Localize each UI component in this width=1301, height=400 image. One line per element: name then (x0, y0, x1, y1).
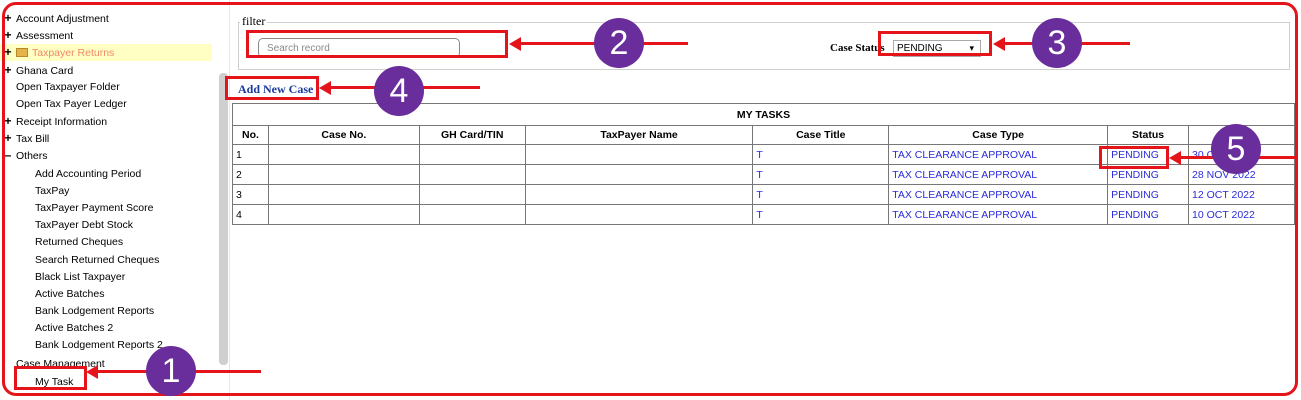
cell-no: 1 (232, 144, 269, 165)
sidebar-item-label: Tax Bill (16, 133, 50, 145)
cell-tin[interactable] (418, 164, 526, 185)
sidebar-item-open-taxpayer-folder[interactable]: Open Taxpayer Folder (0, 79, 120, 96)
col-header-no: No. (232, 125, 269, 145)
cell-status[interactable]: PENDING (1107, 144, 1190, 165)
col-header-tin: GH Card/TIN (418, 125, 526, 145)
col-header-case-type: Case Type (888, 125, 1109, 145)
folder-icon (16, 48, 28, 57)
cell-case-no[interactable] (267, 144, 420, 165)
search-input[interactable] (258, 38, 460, 58)
cell-no: 4 (232, 204, 269, 225)
cell-status[interactable]: PENDING (1107, 184, 1190, 205)
filter-legend: filter (240, 14, 268, 29)
sidebar-subitem[interactable]: Returned Cheques (0, 234, 123, 251)
sidebar-subitem[interactable]: Search Returned Cheques (0, 252, 159, 269)
sidebar-subitem[interactable]: TaxPay (0, 183, 69, 200)
cell-tin[interactable] (418, 204, 526, 225)
cell-date[interactable]: 10 OCT 2022 (1188, 204, 1295, 225)
sidebar-item-my-task[interactable]: My Task (0, 374, 73, 391)
sidebar-subitem[interactable]: Black List Taxpayer (0, 269, 125, 286)
table-row[interactable]: 2 T TAX CLEARANCE APPROVAL PENDING 28 NO… (232, 164, 1295, 185)
cell-case-title[interactable]: T (752, 184, 890, 205)
add-new-case-link[interactable]: Add New Case (238, 82, 313, 97)
sidebar-item-assessment[interactable]: + Assessment (0, 27, 73, 44)
sidebar-subitem[interactable]: TaxPayer Payment Score (0, 200, 153, 217)
cell-tin[interactable] (418, 184, 526, 205)
sidebar-item-label: Taxpayer Returns (32, 47, 115, 59)
sidebar-item-ghana-card[interactable]: + Ghana Card (0, 62, 73, 79)
cell-case-title[interactable]: T (752, 164, 890, 185)
col-header-case-no: Case No. (267, 125, 420, 145)
cell-status[interactable]: PENDING (1107, 204, 1190, 225)
chevron-down-icon: ▾ (969, 43, 974, 53)
expand-icon[interactable]: + (0, 130, 16, 147)
cell-case-no[interactable] (267, 164, 420, 185)
sidebar-subitem[interactable]: Add Accounting Period (0, 166, 141, 183)
sidebar-item-label: Others (16, 150, 48, 162)
sidebar-item-label: Open Taxpayer Folder (16, 81, 120, 93)
expand-icon[interactable]: + (0, 27, 16, 44)
sidebar-subitem[interactable]: Bank Lodgement Reports 2 (0, 337, 163, 354)
col-header-taxpayer-name: TaxPayer Name (524, 125, 754, 145)
collapse-icon[interactable]: – (0, 147, 16, 164)
main-panel: filter Case Status PENDING ▾ Add New Cas… (230, 0, 1301, 400)
sidebar-subitem[interactable]: TaxPayer Debt Stock (0, 217, 133, 234)
expand-icon[interactable]: + (0, 10, 16, 27)
cell-no: 2 (232, 164, 269, 185)
sidebar-item-label: Assessment (16, 30, 74, 42)
col-header-case-title: Case Title (752, 125, 890, 145)
sidebar-item-label: Receipt Information (16, 116, 108, 128)
cell-case-no[interactable] (267, 204, 420, 225)
table-row[interactable]: 3 T TAX CLEARANCE APPROVAL PENDING 12 OC… (232, 184, 1295, 205)
sidebar-subitem[interactable]: Active Batches 2 (0, 320, 113, 337)
cell-case-title[interactable]: T (752, 144, 890, 165)
table-caption: MY TASKS (232, 103, 1295, 126)
col-header-status: Status (1107, 125, 1190, 145)
cell-date[interactable]: 12 OCT 2022 (1188, 184, 1295, 205)
expand-icon[interactable]: + (0, 62, 16, 79)
case-status-select[interactable]: PENDING ▾ (893, 40, 981, 57)
sidebar-item-label: Account Adjustment (16, 13, 109, 25)
sidebar-item-label: Open Tax Payer Ledger (16, 98, 127, 110)
cell-case-type[interactable]: TAX CLEARANCE APPROVAL (888, 144, 1109, 165)
cell-tin[interactable] (418, 144, 526, 165)
cell-case-type[interactable]: TAX CLEARANCE APPROVAL (888, 164, 1109, 185)
table-row[interactable]: 4 T TAX CLEARANCE APPROVAL PENDING 10 OC… (232, 204, 1295, 225)
sidebar-scrollbar[interactable] (219, 73, 228, 365)
cell-case-no[interactable] (267, 184, 420, 205)
expand-icon[interactable]: + (0, 113, 16, 130)
sidebar-item-case-management[interactable]: Case Management (0, 356, 105, 373)
expand-icon[interactable]: + (0, 44, 16, 61)
sidebar-item-taxpayer-returns[interactable]: + Taxpayer Returns (0, 44, 212, 61)
case-status-label: Case Status (830, 42, 885, 54)
case-status-value: PENDING (897, 43, 943, 54)
cell-no: 3 (232, 184, 269, 205)
cell-taxpayer-name[interactable] (524, 204, 754, 225)
my-tasks-table: MY TASKS No. Case No. GH Card/TIN TaxPay… (232, 103, 1295, 225)
sidebar-subitem[interactable]: Active Batches (0, 286, 104, 303)
cell-taxpayer-name[interactable] (524, 144, 754, 165)
cell-case-type[interactable]: TAX CLEARANCE APPROVAL (888, 204, 1109, 225)
sidebar-nav: + Account Adjustment + Assessment + Taxpaye… (0, 0, 230, 400)
sidebar-item-tax-bill[interactable]: + Tax Bill (0, 130, 49, 147)
sidebar-item-label: Ghana Card (16, 65, 74, 77)
cell-case-title[interactable]: T (752, 204, 890, 225)
cell-status[interactable]: PENDING (1107, 164, 1190, 185)
cell-date[interactable]: 28 NOV 2022 (1188, 164, 1295, 185)
sidebar-item-others[interactable]: – Others (0, 147, 48, 164)
sidebar-item-open-tax-payer-ledger[interactable]: Open Tax Payer Ledger (0, 96, 127, 113)
cell-case-type[interactable]: TAX CLEARANCE APPROVAL (888, 184, 1109, 205)
table-row[interactable]: 1 T TAX CLEARANCE APPROVAL PENDING 30 O (232, 144, 1295, 165)
sidebar-subitem[interactable]: Bank Lodgement Reports (0, 303, 154, 320)
col-header-date (1188, 125, 1295, 145)
sidebar-item-account-adjustment[interactable]: + Account Adjustment (0, 10, 109, 27)
cell-taxpayer-name[interactable] (524, 164, 754, 185)
cell-date[interactable]: 30 O (1188, 144, 1295, 165)
sidebar-item-receipt-information[interactable]: + Receipt Information (0, 113, 107, 130)
cell-taxpayer-name[interactable] (524, 184, 754, 205)
